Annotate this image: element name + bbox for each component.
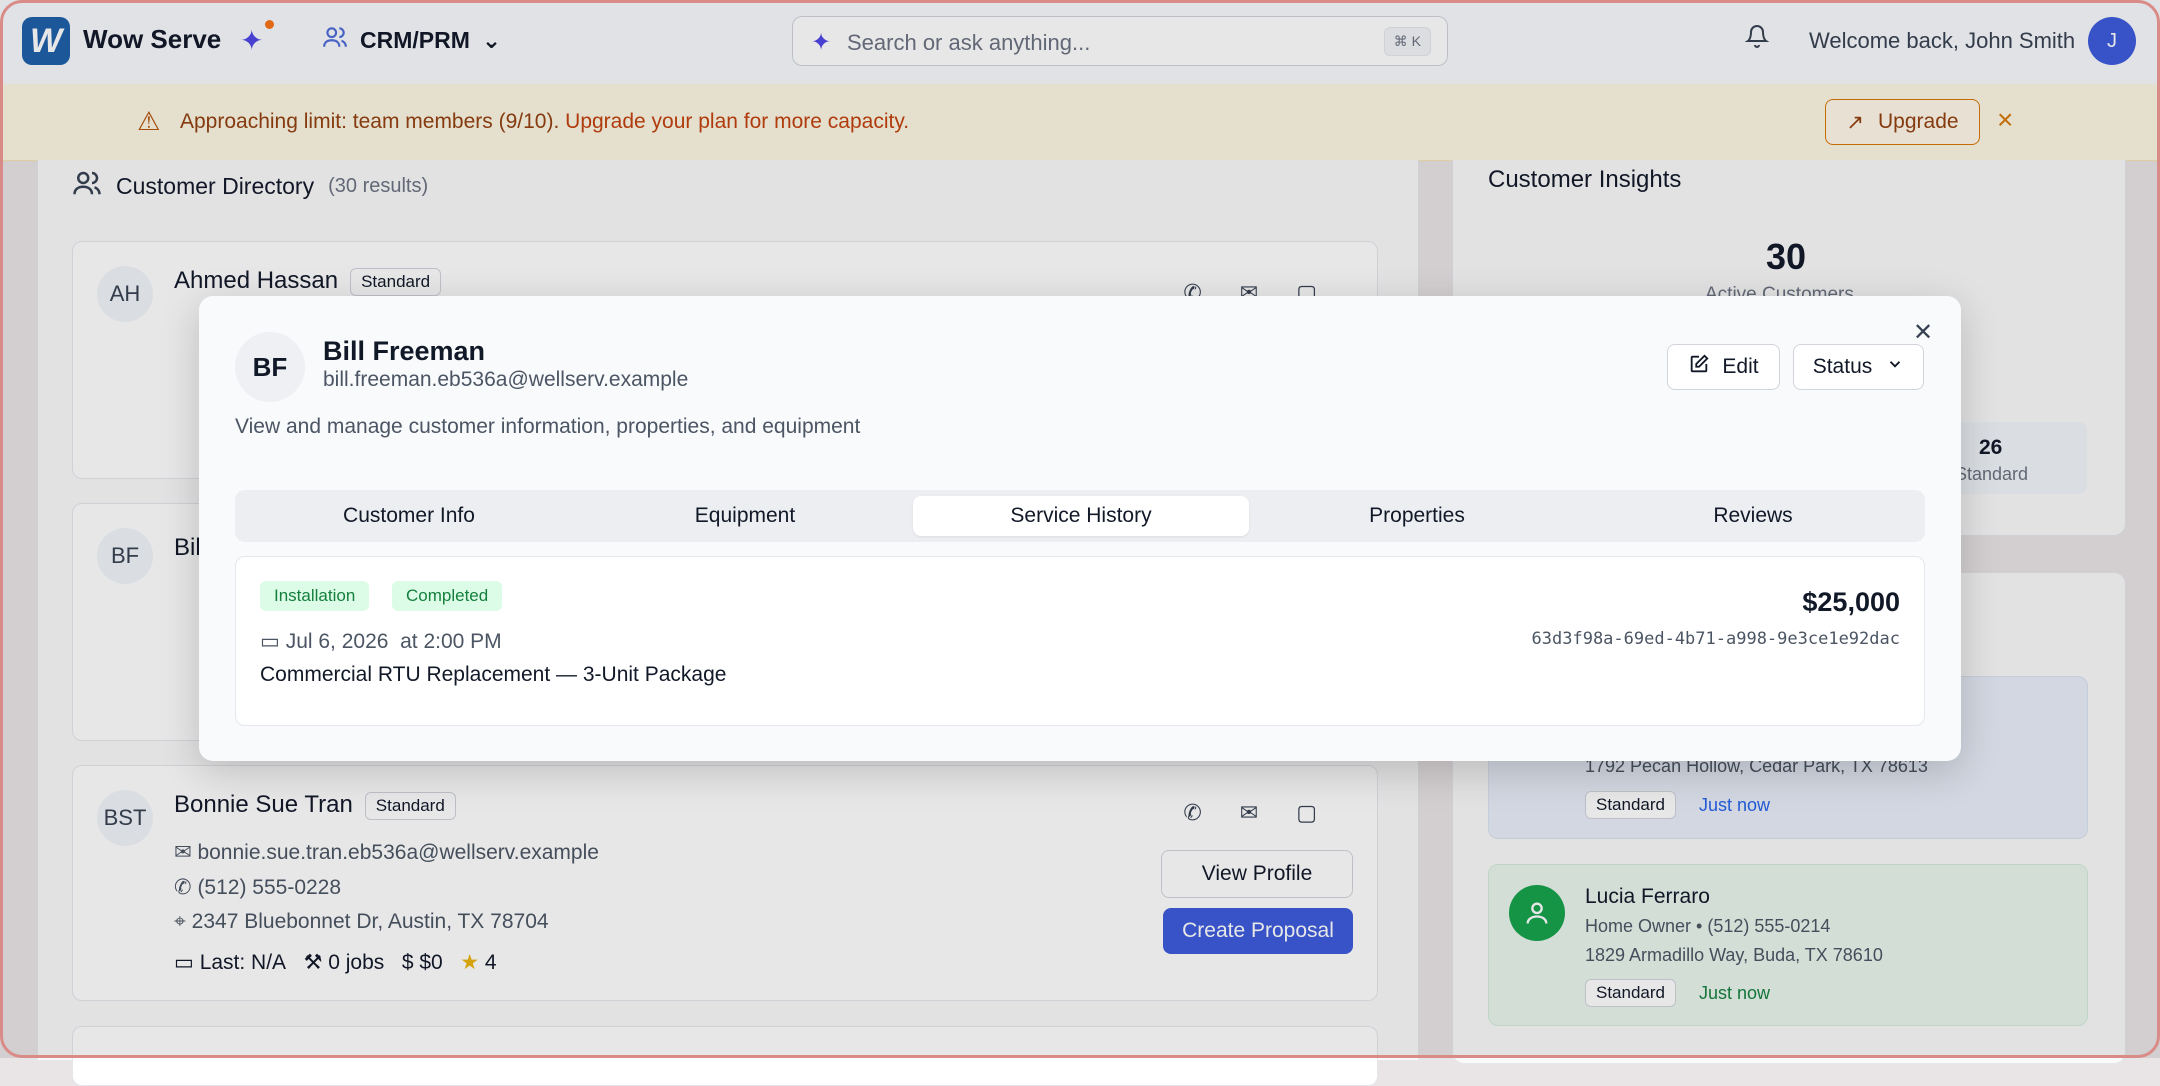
service-id: 63d3f98a-69ed-4b71-a998-9e3ce1e92dac bbox=[1531, 629, 1900, 649]
edit-label: Edit bbox=[1722, 355, 1759, 378]
type-badge: Installation bbox=[260, 581, 370, 611]
chevron-down-icon bbox=[1886, 355, 1904, 379]
status-dropdown[interactable]: Status bbox=[1793, 344, 1924, 390]
service-history-item[interactable]: Installation Completed ▭ Jul 6, 2026 at … bbox=[235, 556, 1925, 726]
tab-equipment[interactable]: Equipment bbox=[577, 496, 913, 536]
avatar: BF bbox=[235, 332, 305, 402]
calendar-icon: ▭ bbox=[260, 630, 280, 653]
status-label: Status bbox=[1812, 355, 1873, 378]
modal-tabs: Customer Info Equipment Service History … bbox=[235, 490, 1925, 542]
modal-description: View and manage customer information, pr… bbox=[235, 415, 861, 438]
service-title: Commercial RTU Replacement — 3-Unit Pack… bbox=[260, 663, 727, 686]
customer-name: Bill Freeman bbox=[323, 336, 486, 366]
service-amount: $25,000 bbox=[1802, 587, 1900, 617]
edit-button[interactable]: Edit bbox=[1667, 344, 1780, 390]
customer-email: bill.freeman.eb536a@wellserv.example bbox=[323, 368, 689, 391]
service-date: ▭ Jul 6, 2026 at 2:00 PM bbox=[260, 630, 502, 653]
edit-icon bbox=[1688, 353, 1710, 381]
tab-customer-info[interactable]: Customer Info bbox=[241, 496, 577, 536]
tab-service-history[interactable]: Service History bbox=[913, 496, 1249, 536]
status-badge: Completed bbox=[392, 581, 503, 611]
tab-properties[interactable]: Properties bbox=[1249, 496, 1585, 536]
customer-modal: BF Bill Freeman bill.freeman.eb536a@well… bbox=[199, 296, 1961, 761]
tab-reviews[interactable]: Reviews bbox=[1585, 496, 1921, 536]
close-icon[interactable]: ✕ bbox=[1913, 318, 1933, 347]
